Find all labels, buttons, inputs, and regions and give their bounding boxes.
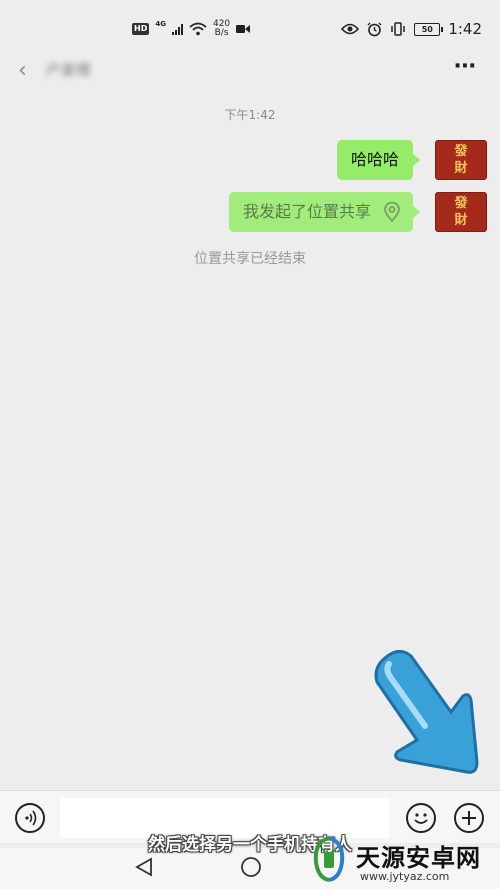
message-timestamp: 下午1:42 xyxy=(224,108,276,122)
nav-back-icon[interactable] xyxy=(133,856,155,878)
network-speed: 420 B/s xyxy=(213,20,230,38)
vibrate-icon xyxy=(391,22,406,36)
avatar[interactable]: 發 財 xyxy=(435,192,487,232)
tutorial-arrow-icon xyxy=(374,650,479,774)
clock: 1:42 xyxy=(448,20,482,38)
eye-icon xyxy=(341,23,360,35)
watermark: 天源安卓网 www.jytyaz.com xyxy=(300,830,500,889)
wifi-icon xyxy=(189,22,207,36)
system-message: 位置共享已经结束 xyxy=(194,251,306,267)
watermark-url: www.jytyaz.com xyxy=(360,870,450,883)
battery-icon: 50 xyxy=(414,22,444,36)
avatar-char-bottom: 財 xyxy=(454,161,468,176)
location-share-bubble[interactable]: 我发起了位置共享 xyxy=(228,192,421,232)
smiley-icon xyxy=(414,813,428,824)
video-icon xyxy=(236,25,251,33)
speed-unit: B/s xyxy=(214,28,229,38)
more-functions-button[interactable] xyxy=(454,803,484,833)
plus-icon xyxy=(462,811,476,825)
watermark-name: 天源安卓网 xyxy=(356,843,481,872)
avatar-char-bottom: 財 xyxy=(454,213,468,228)
voice-icon xyxy=(25,810,37,826)
contact-name: 户家嗯 xyxy=(46,61,92,79)
location-pin-icon xyxy=(384,202,400,222)
message-text: 哈哈哈 xyxy=(350,150,399,169)
message-bubble[interactable]: 哈哈哈 xyxy=(336,140,421,180)
alarm-icon xyxy=(367,22,382,36)
message-text: 我发起了位置共享 xyxy=(242,202,371,221)
network-type: 4G xyxy=(155,20,166,28)
status-right: 50 1:42 xyxy=(341,18,482,40)
signal-icon xyxy=(171,23,183,35)
avatar-char-top: 發 xyxy=(454,196,468,211)
chat-header: ‹ 户家嗯 ⋯ xyxy=(0,50,500,92)
emoji-button[interactable] xyxy=(406,803,436,833)
avatar-char-top: 發 xyxy=(454,144,468,159)
status-left: HD 4G 420 B/s xyxy=(132,18,251,40)
voice-button[interactable] xyxy=(15,803,45,833)
nav-home-icon[interactable] xyxy=(240,856,262,878)
more-options-icon[interactable]: ⋯ xyxy=(454,54,478,79)
avatar[interactable]: 發 財 xyxy=(435,140,487,180)
hd-icon: HD xyxy=(132,23,150,35)
back-arrow-icon[interactable]: ‹ xyxy=(18,58,27,83)
watermark-logo-icon xyxy=(313,836,345,882)
